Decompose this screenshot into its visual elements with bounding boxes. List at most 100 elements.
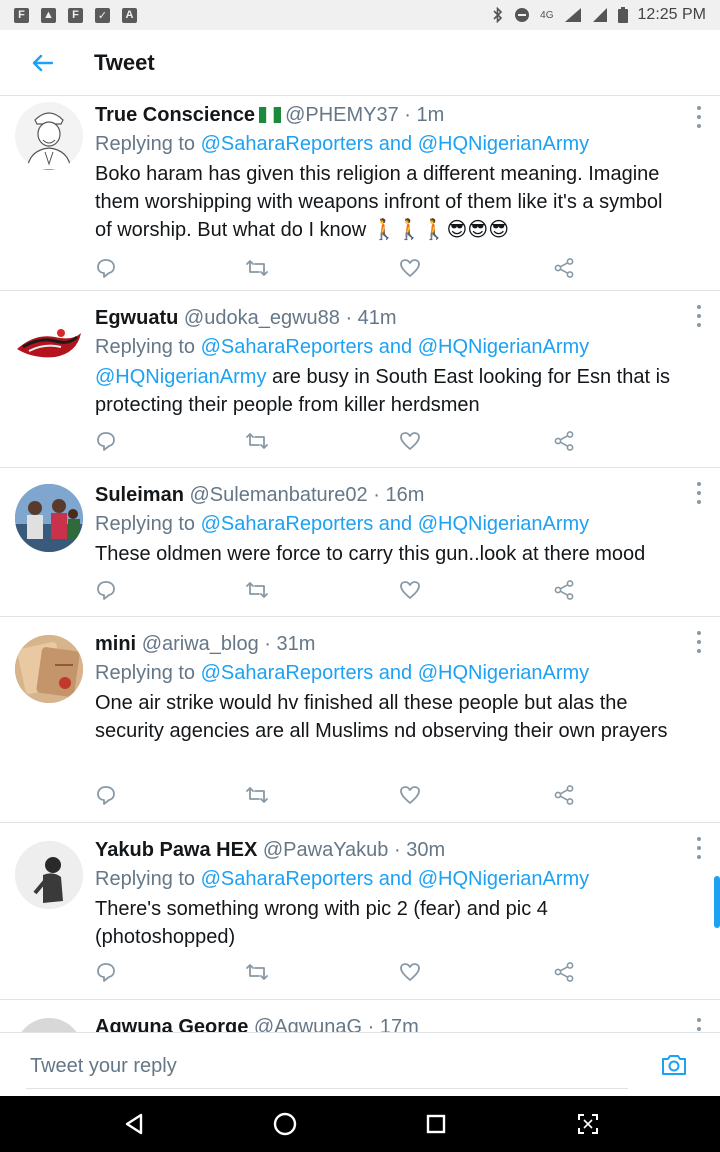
author-name[interactable]: Agwuna George: [95, 1016, 248, 1032]
nigeria-flag-emoji: [259, 102, 282, 123]
avatar[interactable]: [15, 303, 83, 371]
like-button[interactable]: [399, 781, 421, 809]
mention-link[interactable]: @HQNigerianArmy: [418, 513, 589, 535]
tweet[interactable]: Agwuna George @AgwunaG · 17m: [0, 1000, 720, 1032]
author-handle[interactable]: @PHEMY37: [285, 104, 399, 126]
author-name[interactable]: Suleiman: [95, 484, 184, 506]
share-button[interactable]: [553, 427, 575, 455]
mention-link[interactable]: @HQNigerianArmy: [418, 133, 589, 155]
tweet-time: · 17m: [367, 1016, 419, 1032]
reply-bar: [0, 1032, 720, 1096]
tweet-time: · 1m: [404, 104, 445, 126]
tweet-actions: [95, 781, 595, 809]
avatar[interactable]: [15, 484, 83, 552]
tweet-menu-button[interactable]: [694, 837, 704, 859]
tweet-menu-button[interactable]: [694, 631, 704, 653]
mention-link[interactable]: @HQNigerianArmy: [418, 868, 589, 890]
tweet[interactable]: True Conscience @PHEMY37 · 1m Replying to…: [0, 96, 720, 291]
author-name[interactable]: True Conscience: [95, 104, 255, 126]
back-button[interactable]: [12, 30, 72, 96]
like-button[interactable]: [399, 958, 421, 986]
mention-link[interactable]: @SaharaReporters: [201, 336, 374, 358]
reply-button[interactable]: [95, 958, 117, 986]
nav-screenshot-button[interactable]: [574, 1110, 602, 1138]
heart-icon: [400, 786, 420, 804]
nav-back-button[interactable]: [120, 1110, 148, 1138]
reply-input[interactable]: [26, 1045, 628, 1089]
retweet-icon: [246, 260, 268, 276]
retweet-icon: [246, 787, 268, 803]
avatar[interactable]: [15, 841, 83, 909]
signal-icon: [592, 8, 607, 22]
retweet-icon: [246, 433, 268, 449]
tweet-menu-button[interactable]: [694, 482, 704, 504]
tweet-menu-button[interactable]: [694, 106, 704, 128]
share-button[interactable]: [553, 576, 575, 604]
retweet-icon: [246, 582, 268, 598]
author-handle[interactable]: @Sulemanbature02: [189, 484, 367, 506]
retweet-button[interactable]: [245, 254, 269, 282]
author-name[interactable]: Yakub Pawa HEX: [95, 839, 257, 861]
mention-link[interactable]: @SaharaReporters: [201, 868, 374, 890]
facebook-notification-icon: F: [68, 7, 83, 23]
tweet-actions: [95, 427, 595, 455]
tweet-time: · 41m: [345, 307, 397, 329]
tweet[interactable]: Egwuatu @udoka_egwu88 · 41m Replying to …: [0, 291, 720, 468]
tweet-time: · 31m: [264, 633, 316, 655]
system-nav-bar: [0, 1096, 720, 1152]
share-button[interactable]: [553, 958, 575, 986]
share-button[interactable]: [553, 781, 575, 809]
reply-button[interactable]: [95, 781, 117, 809]
retweet-button[interactable]: [245, 427, 269, 455]
tweet-text: Boko haram has given this religion a dif…: [95, 163, 663, 241]
signal-icon: [564, 8, 581, 22]
author-handle[interactable]: @AgwunaG: [254, 1016, 362, 1032]
tweet[interactable]: mini @ariwa_blog · 31m Replying to @Saha…: [0, 617, 720, 823]
camera-button[interactable]: [660, 1053, 692, 1081]
reply-button[interactable]: [95, 427, 117, 455]
like-button[interactable]: [399, 427, 421, 455]
heart-icon: [400, 259, 420, 277]
tweet[interactable]: Yakub Pawa HEX @PawaYakub · 30m Replying…: [0, 823, 720, 1000]
do-not-disturb-icon: [515, 8, 530, 22]
avatar[interactable]: [15, 635, 83, 703]
author-name[interactable]: mini: [95, 633, 136, 655]
like-button[interactable]: [399, 254, 421, 282]
author-handle[interactable]: @PawaYakub: [263, 839, 389, 861]
avatar[interactable]: [15, 1018, 83, 1032]
tweet-actions: [95, 958, 595, 986]
page-title: Tweet: [94, 49, 155, 75]
mention-link[interactable]: @SaharaReporters: [201, 662, 374, 684]
nav-home-button[interactable]: [271, 1110, 299, 1138]
mention-link[interactable]: @HQNigerianArmy: [418, 336, 589, 358]
gallery-notification-icon: ▲: [41, 7, 56, 23]
author-handle[interactable]: @ariwa_blog: [142, 633, 259, 655]
mention-link[interactable]: @SaharaReporters: [201, 133, 374, 155]
author-handle[interactable]: @udoka_egwu88: [184, 307, 340, 329]
avatar[interactable]: [15, 102, 83, 170]
share-button[interactable]: [553, 254, 575, 282]
mention-link[interactable]: @HQNigerianArmy: [418, 662, 589, 684]
heart-icon: [400, 581, 420, 599]
reply-button[interactable]: [95, 254, 117, 282]
share-icon: [554, 785, 574, 805]
scrollbar[interactable]: [714, 876, 720, 928]
tweet-menu-button[interactable]: [694, 305, 704, 327]
retweet-button[interactable]: [245, 576, 269, 604]
tweet-text: One air strike would hv finished all the…: [95, 692, 668, 742]
app-notification-icon: A: [122, 7, 137, 23]
like-button[interactable]: [399, 576, 421, 604]
tweet-list[interactable]: True Conscience @PHEMY37 · 1m Replying to…: [0, 96, 720, 1032]
tweet-menu-button[interactable]: [694, 1018, 704, 1032]
mention-link[interactable]: @SaharaReporters: [201, 513, 374, 535]
nav-recents-button[interactable]: [422, 1110, 450, 1138]
reply-button[interactable]: [95, 576, 117, 604]
retweet-button[interactable]: [245, 781, 269, 809]
comment-icon: [97, 786, 115, 805]
replying-to: Replying to @SaharaReporters and @HQNige…: [95, 513, 590, 535]
screenshot-icon: [578, 1114, 598, 1134]
tweet[interactable]: Suleiman @Sulemanbature02 · 16m Replying…: [0, 468, 720, 617]
mention-link[interactable]: @HQNigerianArmy: [95, 366, 266, 388]
author-name[interactable]: Egwuatu: [95, 307, 178, 329]
retweet-button[interactable]: [245, 958, 269, 986]
